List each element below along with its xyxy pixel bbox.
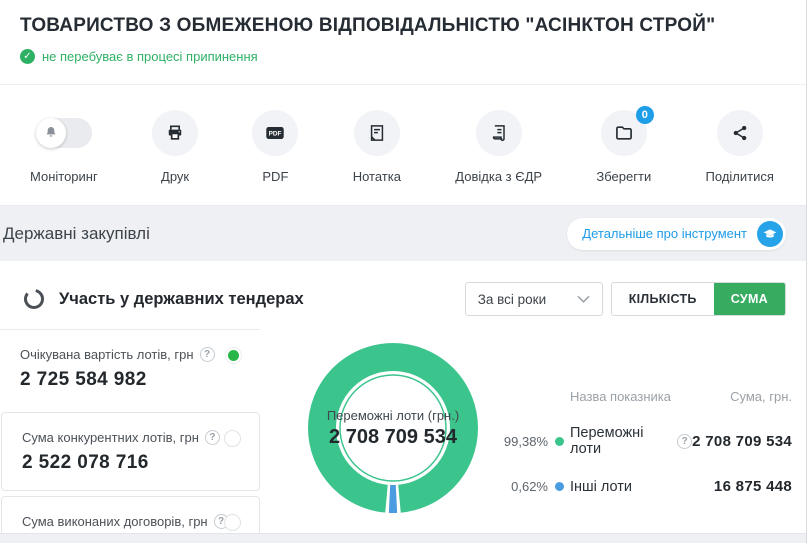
legend-value: 2 708 709 534 (692, 433, 792, 450)
tool-details-button[interactable]: Детальніше про інструмент (567, 218, 786, 250)
metric-radio-selected[interactable] (225, 347, 242, 364)
count-sum-segmented-control: КІЛЬКІСТЬ СУМА (611, 282, 786, 316)
toolbar-label: Друк (161, 169, 189, 184)
metric-card-expected-value[interactable]: Очікувана вартість лотів, грн ? 2 725 58… (0, 329, 260, 407)
metric-label: Сума виконаних договорів, грн (22, 514, 208, 529)
legend-row-other-lots: 0,62% Інші лоти 16 875 448 (496, 478, 792, 495)
metric-radio[interactable] (224, 430, 241, 447)
toolbar-label: Моніторинг (30, 169, 98, 184)
page-header: ТОВАРИСТВО З ОБМЕЖЕНОЮ ВІДПОВІДАЛЬНІСТЮ … (0, 0, 806, 85)
metric-card-competitive-sum[interactable]: Сума конкурентних лотів, грн ? 2 522 078… (1, 412, 260, 491)
legend-label: Інші лоти (570, 479, 632, 495)
section-band: Державні закупівлі Детальніше про інстру… (0, 206, 806, 261)
toolbar-item-share[interactable]: Поділитися (706, 110, 774, 184)
metric-value: 2 522 078 716 (22, 452, 239, 474)
metric-radio[interactable] (224, 514, 241, 531)
blue-dot-icon (555, 482, 564, 491)
legend-percent: 0,62% (496, 479, 548, 494)
toolbar-item-print[interactable]: Друк (152, 110, 198, 184)
donut-chart[interactable]: Переможні лоти (грн.) 2 708 709 534 (298, 333, 488, 523)
period-select[interactable]: За всі роки (465, 282, 603, 316)
legend-name-header: Назва показника (570, 389, 730, 404)
note-icon (354, 110, 400, 156)
chevron-down-icon (577, 295, 590, 304)
toolbar-label: Нотатка (353, 169, 401, 184)
actions-toolbar: Моніторинг Друк PDF PDF Нотатка Довідка … (0, 85, 806, 206)
count-tab-button[interactable]: КІЛЬКІСТЬ (612, 283, 714, 315)
toolbar-item-monitoring[interactable]: Моніторинг (30, 110, 98, 184)
status-text: не перебуває в процесі припинення (42, 49, 258, 64)
toolbar-item-save[interactable]: 0 Зберегти (596, 110, 651, 184)
bell-icon (36, 118, 66, 148)
metric-value: 2 725 584 982 (20, 369, 240, 391)
graduation-cap-icon (757, 221, 783, 247)
tenders-title: Участь у державних тендерах (59, 290, 304, 309)
metric-label: Очікувана вартість лотів, грн (20, 347, 194, 362)
tenders-controls: За всі роки КІЛЬКІСТЬ СУМА (465, 282, 786, 316)
toolbar-label: PDF (262, 169, 288, 184)
pdf-icon: PDF (252, 110, 298, 156)
monitoring-toggle[interactable] (36, 118, 92, 148)
metric-label: Сума конкурентних лотів, грн (22, 430, 199, 445)
donut-center-title: Переможні лоти (грн.) (327, 408, 459, 423)
company-page: ТОВАРИСТВО З ОБМЕЖЕНОЮ ВІДПОВІДАЛЬНІСТЮ … (0, 0, 807, 543)
donut-center-label: Переможні лоти (грн.) 2 708 709 534 (298, 333, 488, 523)
legend-label: Переможні лоти (570, 425, 670, 457)
toolbar-item-note[interactable]: Нотатка (353, 110, 401, 184)
legend-table-header: Назва показника Сума, грн. (496, 389, 792, 404)
donut-ring-icon (22, 287, 46, 311)
share-icon (717, 110, 763, 156)
bottom-band (0, 533, 806, 543)
section-title: Державні закупівлі (3, 224, 150, 244)
tenders-chart-area: Очікувана вартість лотів, грн ? 2 725 58… (0, 329, 806, 543)
legend-value-header: Сума, грн. (730, 389, 792, 404)
sum-tab-button[interactable]: СУМА (714, 283, 785, 315)
legend-table: Назва показника Сума, грн. 99,38% Перемо… (496, 389, 792, 543)
company-status: ✓ не перебуває в процесі припинення (20, 49, 786, 64)
donut-center-value: 2 708 709 534 (329, 426, 457, 449)
tenders-header-row: Участь у державних тендерах За всі роки … (0, 261, 806, 316)
help-icon[interactable]: ? (200, 347, 215, 362)
registry-extract-icon (476, 110, 522, 156)
toolbar-item-pdf[interactable]: PDF PDF (252, 110, 298, 184)
legend-percent: 99,38% (496, 434, 548, 449)
help-icon[interactable]: ? (677, 434, 692, 449)
company-title: ТОВАРИСТВО З ОБМЕЖЕНОЮ ВІДПОВІДАЛЬНІСТЮ … (20, 15, 786, 37)
toolbar-label: Довідка з ЄДР (455, 169, 542, 184)
period-select-value: За всі роки (478, 292, 546, 307)
help-icon[interactable]: ? (205, 430, 220, 445)
check-circle-icon: ✓ (20, 49, 35, 64)
toolbar-label: Зберегти (596, 169, 651, 184)
save-count-badge: 0 (636, 106, 654, 124)
toolbar-label: Поділитися (706, 169, 774, 184)
green-dot-icon (555, 437, 564, 446)
legend-row-winning-lots: 99,38% Переможні лоти ? 2 708 709 534 (496, 425, 792, 457)
metric-cards: Очікувана вартість лотів, грн ? 2 725 58… (0, 329, 260, 543)
svg-text:PDF: PDF (269, 131, 282, 138)
printer-icon (152, 110, 198, 156)
legend-value: 16 875 448 (714, 478, 792, 495)
tool-details-label: Детальніше про інструмент (582, 226, 747, 241)
toolbar-item-registry-extract[interactable]: Довідка з ЄДР (455, 110, 542, 184)
